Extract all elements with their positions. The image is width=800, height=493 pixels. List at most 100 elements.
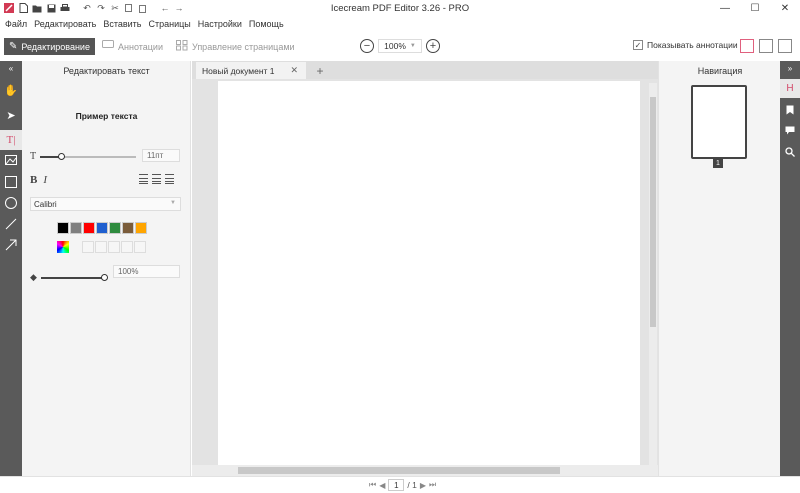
paste-icon[interactable] — [138, 3, 148, 13]
rectangle-icon[interactable] — [0, 172, 22, 192]
color-swatch[interactable] — [135, 222, 147, 234]
search-icon[interactable] — [780, 142, 800, 161]
last-page-icon[interactable]: ⏭ — [429, 480, 436, 490]
bold-button[interactable]: B — [30, 174, 37, 186]
open-folder-icon[interactable] — [32, 3, 42, 13]
opacity-input[interactable]: 100% — [113, 265, 180, 278]
bookmark-icon[interactable] — [780, 100, 800, 119]
text-edit-panel: Редактировать текст Пример текста T 11пт… — [22, 61, 191, 476]
alignment-buttons — [139, 174, 174, 184]
previous-page-icon[interactable]: ◀ — [379, 481, 385, 490]
panel-title: Редактировать текст — [63, 66, 150, 76]
chevron-down-icon: ▼ — [170, 200, 176, 206]
vertical-scrollbar[interactable] — [649, 83, 657, 467]
add-tab-button[interactable]: + — [310, 62, 330, 79]
minimize-button[interactable]: — — [710, 0, 740, 17]
font-family-select[interactable]: Calibri ▼ — [30, 197, 181, 211]
text-tool-icon[interactable]: T| — [0, 130, 22, 150]
cut-icon[interactable]: ✂ — [110, 3, 120, 13]
line-icon[interactable] — [0, 214, 22, 234]
align-left-icon[interactable] — [139, 174, 148, 184]
zoom-in-button[interactable]: + — [426, 39, 440, 53]
menu-edit[interactable]: Редактировать — [34, 17, 96, 31]
menu-settings[interactable]: Настройки — [198, 17, 242, 31]
font-size-icon: T — [30, 151, 37, 162]
color-swatch[interactable] — [122, 222, 134, 234]
pages-icon[interactable]: H — [780, 79, 800, 98]
checkbox-checked-icon[interactable]: ✓ — [633, 40, 643, 50]
opacity-slider[interactable] — [40, 273, 108, 281]
menu-file[interactable]: Файл — [5, 17, 27, 31]
text-sample: Пример текста — [75, 111, 138, 121]
first-page-icon[interactable]: ⏮ — [369, 480, 376, 490]
next-page-icon[interactable]: ▶ — [420, 481, 426, 490]
annotations-mode-button[interactable]: Аннотации — [102, 38, 163, 55]
color-swatch[interactable] — [109, 222, 121, 234]
opacity-slider-row: ◆ — [30, 272, 108, 283]
empty-color-slot[interactable] — [134, 241, 146, 253]
font-size-slider-thumb[interactable] — [58, 152, 66, 160]
close-button[interactable]: ✕ — [770, 0, 800, 17]
page-total: / 1 — [407, 480, 417, 490]
font-size-input[interactable]: 11пт — [142, 149, 180, 162]
fullscreen-icon[interactable] — [778, 39, 792, 53]
fit-width-icon[interactable] — [740, 39, 754, 53]
main-toolbar: ✎ Редактирование Аннотации Управление ст… — [0, 36, 800, 57]
italic-button[interactable]: I — [43, 174, 47, 186]
document-tabs: Новый документ 1 ✕ + — [192, 61, 658, 79]
annotations-mode-label: Аннотации — [118, 41, 163, 52]
new-file-icon[interactable] — [18, 3, 28, 13]
image-icon[interactable] — [0, 150, 22, 170]
expand-icon[interactable]: » — [780, 61, 800, 75]
hand-icon[interactable]: ✋ — [0, 80, 22, 100]
undo-icon[interactable]: ↶ — [82, 3, 92, 13]
page-number-input[interactable]: 1 — [388, 479, 405, 491]
collapse-icon[interactable]: « — [0, 61, 22, 75]
menu-bar: Файл Редактировать Вставить Страницы Нас… — [0, 17, 291, 31]
page-management-mode-button[interactable]: Управление страницами — [176, 38, 295, 55]
color-swatch[interactable] — [57, 222, 69, 234]
horizontal-scrollbar[interactable] — [192, 465, 658, 476]
document-tab[interactable]: Новый документ 1 ✕ — [196, 62, 306, 79]
two-page-view-icon[interactable] — [759, 39, 773, 53]
color-swatch[interactable] — [96, 222, 108, 234]
align-right-icon[interactable] — [165, 174, 174, 184]
opacity-slider-thumb[interactable] — [100, 273, 108, 281]
empty-color-slot[interactable] — [82, 241, 94, 253]
comment-icon[interactable] — [780, 121, 800, 140]
menu-help[interactable]: Помощь — [249, 17, 284, 31]
copy-icon[interactable] — [124, 3, 134, 13]
save-icon[interactable] — [46, 3, 56, 13]
color-picker-icon[interactable] — [57, 241, 69, 253]
ellipse-icon[interactable] — [0, 193, 22, 213]
zoom-control: − 100% ▼ + — [360, 39, 440, 53]
page-thumbnail[interactable] — [691, 85, 747, 159]
menu-pages[interactable]: Страницы — [148, 17, 190, 31]
zoom-select[interactable]: 100% ▼ — [378, 39, 422, 53]
text-format-buttons: B I — [30, 174, 47, 186]
redo-icon[interactable]: ↷ — [96, 3, 106, 13]
show-annotations-label: Показывать аннотации — [647, 40, 738, 50]
print-icon[interactable] — [60, 3, 70, 13]
font-family-value: Calibri — [34, 199, 57, 209]
back-arrow-icon[interactable]: ← — [160, 3, 170, 13]
color-swatch[interactable] — [70, 222, 82, 234]
empty-color-slot[interactable] — [95, 241, 107, 253]
document-area: Новый документ 1 ✕ + — [192, 61, 658, 476]
menu-insert[interactable]: Вставить — [103, 17, 141, 31]
close-tab-icon[interactable]: ✕ — [290, 65, 298, 76]
align-center-icon[interactable] — [152, 174, 161, 184]
show-annotations-toggle[interactable]: ✓ Показывать аннотации — [633, 40, 738, 50]
forward-arrow-icon[interactable]: → — [174, 3, 184, 13]
arrow-icon[interactable] — [0, 235, 22, 255]
select-arrow-icon[interactable]: ➤ — [0, 105, 22, 125]
edit-mode-button[interactable]: ✎ Редактирование — [4, 38, 95, 55]
empty-color-slot[interactable] — [121, 241, 133, 253]
font-size-slider[interactable] — [40, 152, 137, 160]
empty-color-slot[interactable] — [108, 241, 120, 253]
zoom-out-button[interactable]: − — [360, 39, 374, 53]
color-swatch[interactable] — [83, 222, 95, 234]
pdf-page-canvas[interactable] — [218, 81, 640, 467]
chevron-down-icon: ▼ — [409, 43, 416, 49]
maximize-button[interactable]: ☐ — [740, 0, 770, 17]
